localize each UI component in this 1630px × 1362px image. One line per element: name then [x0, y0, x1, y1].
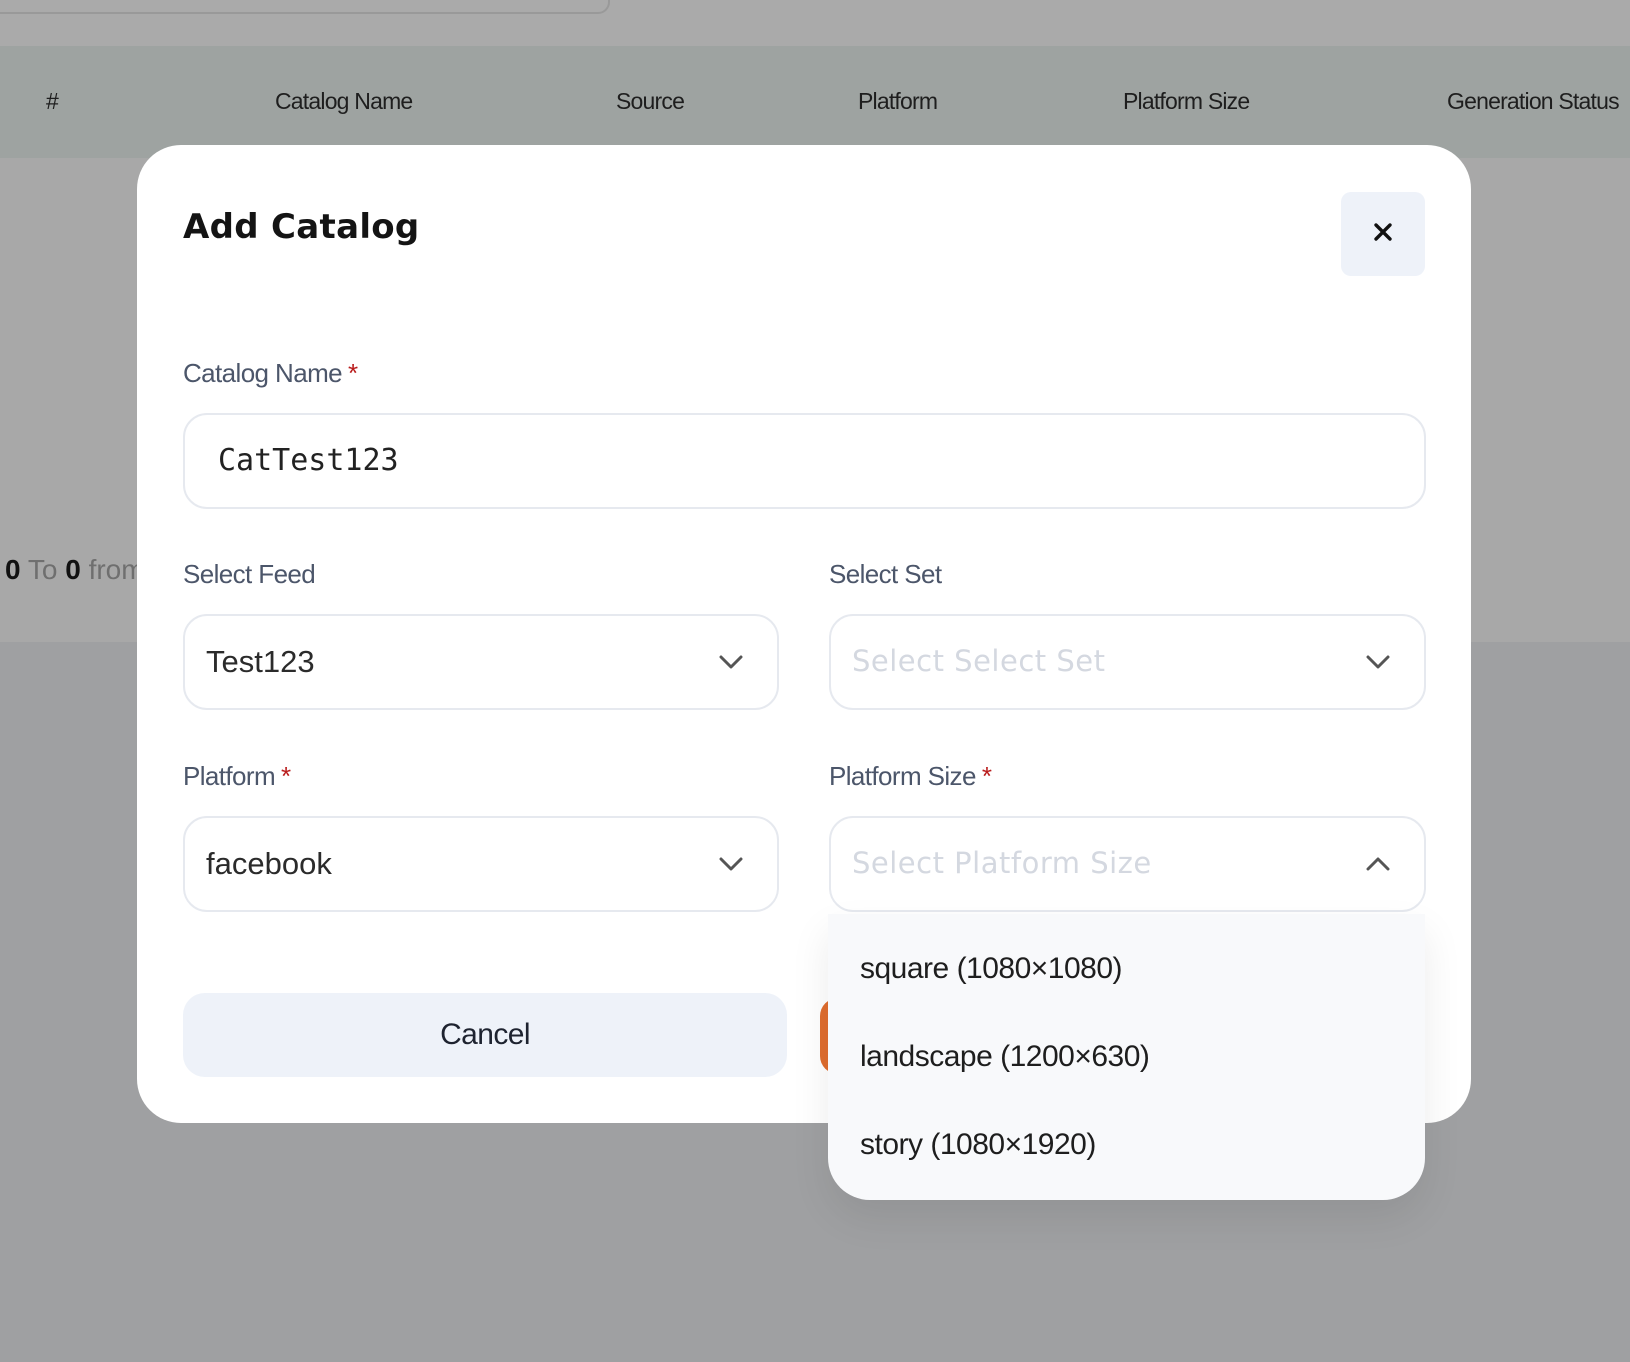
- column-header-source: Source: [616, 88, 685, 114]
- column-header-catalog-name: Catalog Name: [275, 88, 413, 114]
- modal-title: Add Catalog: [183, 207, 420, 247]
- select-feed-dropdown[interactable]: Test123: [183, 614, 779, 710]
- required-marker: *: [348, 358, 358, 388]
- pagination-to-label: To: [27, 554, 58, 585]
- select-set-placeholder: Select Select Set: [852, 644, 1106, 678]
- catalog-name-label: Catalog Name *: [183, 358, 358, 389]
- chevron-down-icon: [719, 654, 743, 675]
- table-header: # Catalog Name Source Platform Platform …: [0, 46, 1630, 158]
- close-icon: [1373, 222, 1393, 247]
- platform-label-text: Platform: [183, 761, 276, 791]
- cancel-button[interactable]: Cancel: [183, 993, 787, 1077]
- select-feed-value: Test123: [206, 644, 315, 679]
- platform-size-option-square[interactable]: square (1080×1080): [860, 952, 1123, 986]
- chevron-up-icon: [1366, 856, 1390, 877]
- platform-size-label-text: Platform Size: [829, 761, 976, 791]
- background-header: [0, 0, 1630, 46]
- platform-value: facebook: [206, 846, 332, 881]
- platform-size-options-menu: square (1080×1080) landscape (1200×630) …: [828, 914, 1425, 1200]
- select-feed-label: Select Feed: [183, 559, 316, 589]
- platform-size-placeholder: Select Platform Size: [852, 846, 1152, 880]
- platform-size-option-story[interactable]: story (1080×1920): [860, 1128, 1096, 1162]
- platform-size-dropdown[interactable]: Select Platform Size: [829, 816, 1426, 912]
- background-search-input: [0, 0, 610, 14]
- pagination-end: 0: [65, 554, 81, 585]
- catalog-name-value: CatTest123: [218, 443, 399, 478]
- platform-size-option-landscape[interactable]: landscape (1200×630): [860, 1040, 1150, 1074]
- platform-label: Platform *: [183, 761, 291, 792]
- platform-dropdown[interactable]: facebook: [183, 816, 779, 912]
- column-header-index: #: [46, 88, 59, 114]
- column-header-platform: Platform: [858, 88, 938, 114]
- required-marker: *: [981, 761, 992, 791]
- column-header-generation-status: Generation Status: [1447, 88, 1620, 114]
- pagination-info: 0 To 0 from: [5, 554, 145, 586]
- pagination-start: 0: [5, 554, 21, 585]
- column-header-platform-size: Platform Size: [1123, 88, 1250, 114]
- chevron-down-icon: [719, 856, 743, 877]
- catalog-name-input[interactable]: CatTest123: [183, 413, 1426, 509]
- close-button[interactable]: [1341, 192, 1425, 276]
- select-set-label: Select Set: [829, 559, 942, 589]
- required-marker: *: [281, 761, 291, 791]
- chevron-down-icon: [1366, 654, 1390, 675]
- platform-size-label: Platform Size *: [829, 761, 992, 792]
- catalog-name-label-text: Catalog Name: [183, 358, 343, 388]
- select-set-dropdown[interactable]: Select Select Set: [829, 614, 1426, 710]
